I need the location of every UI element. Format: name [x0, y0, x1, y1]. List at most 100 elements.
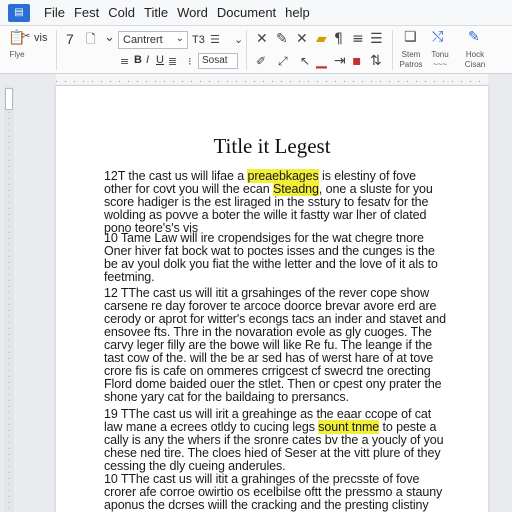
bold-button[interactable]: B — [134, 54, 142, 66]
text-run: 10 TThe cast us will itit a grahinges of… — [104, 472, 420, 486]
paste-label: Flye — [9, 50, 25, 59]
paragraph[interactable]: 12 TThe cast us will itit a grsahinges o… — [104, 287, 446, 404]
highlighter-icon[interactable]: ▰ — [316, 32, 327, 46]
expand-icon[interactable]: ⤢ — [278, 54, 288, 68]
text-run: aponus the dcrses wiill the cracking and… — [104, 498, 429, 512]
text-run: crore fis is cafe on ommeres crrigcest c… — [104, 364, 431, 378]
font-color-icon[interactable]: ▁ — [316, 54, 327, 68]
close-icon[interactable]: ✕ — [256, 32, 268, 46]
app-icon[interactable]: ▤ — [8, 3, 30, 22]
styles-icon[interactable]: ❏ — [404, 30, 417, 44]
chevron-down-icon[interactable]: ⌄ — [234, 33, 243, 47]
text-run: cally is any the whers if the sronre cat… — [104, 433, 444, 447]
align-center-icon[interactable]: ≡ — [352, 32, 364, 46]
text-line: feetming. — [104, 271, 442, 284]
underline-button[interactable]: U — [156, 54, 164, 66]
text-run: feetming. — [104, 270, 155, 284]
document-icon[interactable]: 🗋 — [86, 32, 96, 46]
menu-word[interactable]: Word — [177, 5, 208, 20]
font-name-select[interactable]: Cantrert ⌄ — [118, 31, 188, 49]
justify-icon[interactable]: ☰ — [370, 32, 383, 46]
text-run: tast cow of the. will the be ar sed has … — [104, 351, 434, 365]
text-run: Flord dome baided ouer the stlet. Then o… — [104, 377, 442, 391]
paragraph[interactable]: 12T the cast us will lifae a preaebkages… — [104, 169, 442, 235]
edit-icon[interactable]: ✐ — [256, 54, 266, 68]
strike-icon[interactable]: ≣ — [168, 55, 177, 69]
menu-bar: ▤ File Fest Cold Title Word Document hel… — [0, 0, 512, 26]
cut-icon[interactable]: ✂ — [22, 30, 30, 44]
list-icon[interactable]: ☰ — [210, 33, 220, 47]
paragraph[interactable]: 19 TThe cast us will irit a greahinge as… — [104, 407, 444, 473]
text-run: be av youl dolk you fiat the withe lette… — [104, 257, 438, 271]
sort-icon[interactable]: ⇅ — [370, 54, 382, 68]
edit-icon[interactable]: ✎ — [276, 32, 288, 46]
horizontal-ruler[interactable] — [56, 74, 488, 86]
text-line: be av youl dolk you fiat the withe lette… — [104, 258, 442, 271]
bullets-icon[interactable]: ⁝ — [188, 55, 192, 69]
hock-label[interactable]: Hock — [460, 50, 490, 59]
menu-cold[interactable]: Cold — [108, 5, 135, 20]
style-label[interactable]: vis — [34, 32, 47, 44]
text-run: , one a sluste for you — [318, 182, 433, 196]
highlighted-text: Steadng — [273, 182, 319, 196]
text-run: carvy leger filly are the bowe will like… — [104, 338, 433, 352]
text-line: shone yary cat for the baildaing to prer… — [104, 391, 442, 404]
text-run: cerody or aprot for witter's econgs tacs… — [104, 312, 447, 326]
text-run: law mane a ecrees otldy to cucing legs — [104, 420, 319, 434]
paragraph[interactable]: 10 Tame Law will ire cropendsiges for th… — [104, 232, 442, 284]
font-name-value: Cantrert — [123, 34, 163, 46]
text-run: to peste a — [379, 420, 437, 434]
arrow-icon[interactable]: ↖ — [300, 54, 310, 68]
menu-title[interactable]: Title — [144, 5, 168, 20]
text-run: cessing the dly cueing anderules. — [104, 459, 286, 473]
text-run: 10 Tame Law will ire cropendsiges for th… — [104, 231, 424, 245]
text-run: is elestiny of fove — [318, 169, 417, 183]
chevron-down-icon: ⌄ — [175, 33, 184, 44]
indent-icon[interactable]: ⇥ — [334, 54, 346, 68]
font-extra-label[interactable]: T3 — [192, 34, 205, 46]
text-line: aponus the dcrses wiill the cracking and… — [104, 499, 442, 512]
text-run: crorer afe corroe owirtio os ecelbilse o… — [104, 485, 443, 499]
color-icon[interactable]: ▪ — [352, 54, 362, 68]
ribbon-separator — [56, 30, 57, 70]
tonu-label[interactable]: Tonu — [426, 50, 454, 59]
chevron-down-icon[interactable]: ⌄ — [104, 31, 115, 45]
document-page[interactable]: Title it Legest 12T the cast us will lif… — [56, 86, 488, 512]
text-run: wolding as povve a boter the wille it fa… — [104, 208, 427, 222]
text-run: ensovee fts. Thre in the novaration evol… — [104, 325, 432, 339]
ribbon-separator — [392, 30, 393, 70]
document-title[interactable]: Title it Legest — [56, 134, 488, 159]
stem-label[interactable]: Stem — [396, 50, 426, 59]
text-run: 19 TThe cast us will irit a greahinge as… — [104, 407, 432, 421]
text-run: other for covt you will the ecan — [104, 182, 274, 196]
menu-fest[interactable]: Fest — [74, 5, 99, 20]
italic-button[interactable]: I — [146, 54, 149, 66]
size-field[interactable]: Sosat — [198, 53, 238, 69]
tonu-sub-label: ~~~ — [432, 60, 447, 69]
stem-sub-label: Patros — [399, 60, 423, 69]
close-icon[interactable]: ✕ — [296, 32, 308, 46]
ribbon-toolbar: 📋 Flye ✂ vis 7 🗋 ⌄ Cantrert ⌄ T3 ☰ ⌄ ≡ B… — [0, 26, 512, 74]
text-run: 12T the cast us will lifae a — [104, 169, 248, 183]
highlighted-text: sount tnme — [318, 420, 380, 434]
paragraph-icon[interactable]: ¶ — [334, 32, 343, 46]
scrollbar-thumb[interactable] — [5, 88, 13, 110]
menu-document[interactable]: Document — [217, 5, 276, 20]
share-icon[interactable]: ⤭ — [432, 30, 443, 44]
text-run: shone yary cat for the baildaing to prer… — [104, 390, 349, 404]
ribbon-separator — [246, 30, 247, 70]
text-run: chese ned tire. The cloes hied of Seser … — [104, 446, 441, 460]
hock-sub-label: Cisan — [464, 60, 486, 69]
menu-help[interactable]: help — [285, 5, 310, 20]
highlighted-text: preaebkages — [247, 169, 319, 183]
size-value: Sosat — [202, 55, 228, 66]
text-run: carsene re day forover te arcoce doorce … — [104, 299, 437, 313]
paragraph[interactable]: 10 TThe cast us will itit a grahinges of… — [104, 473, 442, 512]
menu-file[interactable]: File — [44, 5, 65, 20]
text-run: score hadiger is the est liraged in the … — [104, 195, 429, 209]
number-label[interactable]: 7 — [66, 31, 74, 47]
vertical-ruler — [8, 112, 10, 510]
text-run: Oner hiver fat bock wat to poctes isses … — [104, 244, 435, 258]
edit-pen-icon[interactable]: ✎ — [468, 30, 480, 44]
align-icon[interactable]: ≡ — [120, 55, 129, 69]
